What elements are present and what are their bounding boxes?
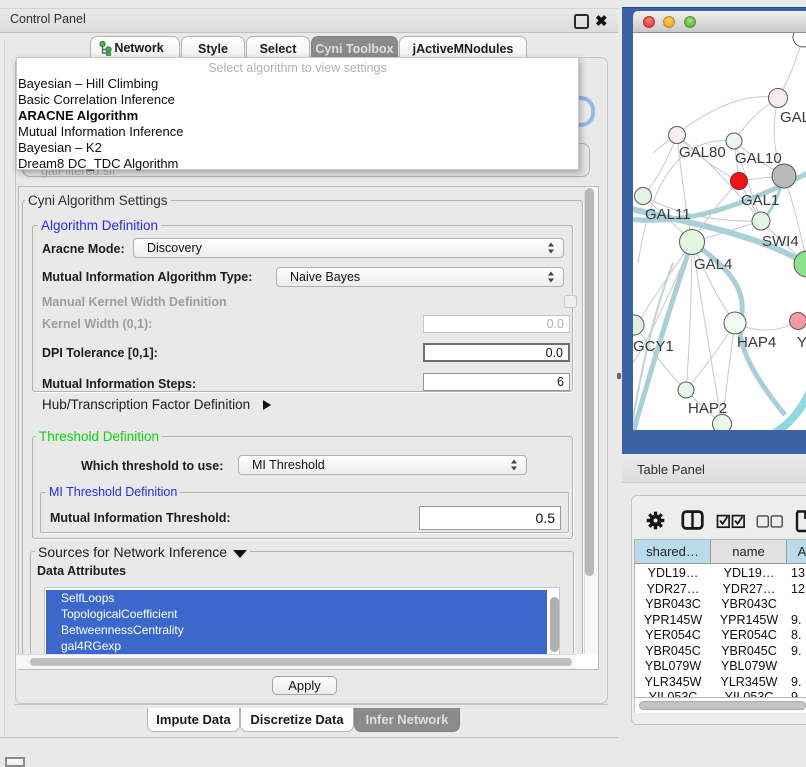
svg-text:GAL80: GAL80	[780, 109, 806, 126]
svg-text:SWI4: SWI4	[762, 233, 799, 250]
svg-text:Y: Y	[797, 334, 806, 351]
svg-text:GAL4: GAL4	[694, 256, 732, 273]
svg-text:GAL1: GAL1	[741, 192, 779, 209]
svg-text:GAL80: GAL80	[679, 144, 726, 161]
svg-text:GAL10: GAL10	[735, 150, 782, 167]
svg-text:GAL11: GAL11	[645, 206, 691, 223]
svg-text:HAP4: HAP4	[737, 334, 776, 351]
svg-text:HAP2: HAP2	[688, 400, 727, 417]
svg-text:GCY1: GCY1	[633, 338, 674, 355]
